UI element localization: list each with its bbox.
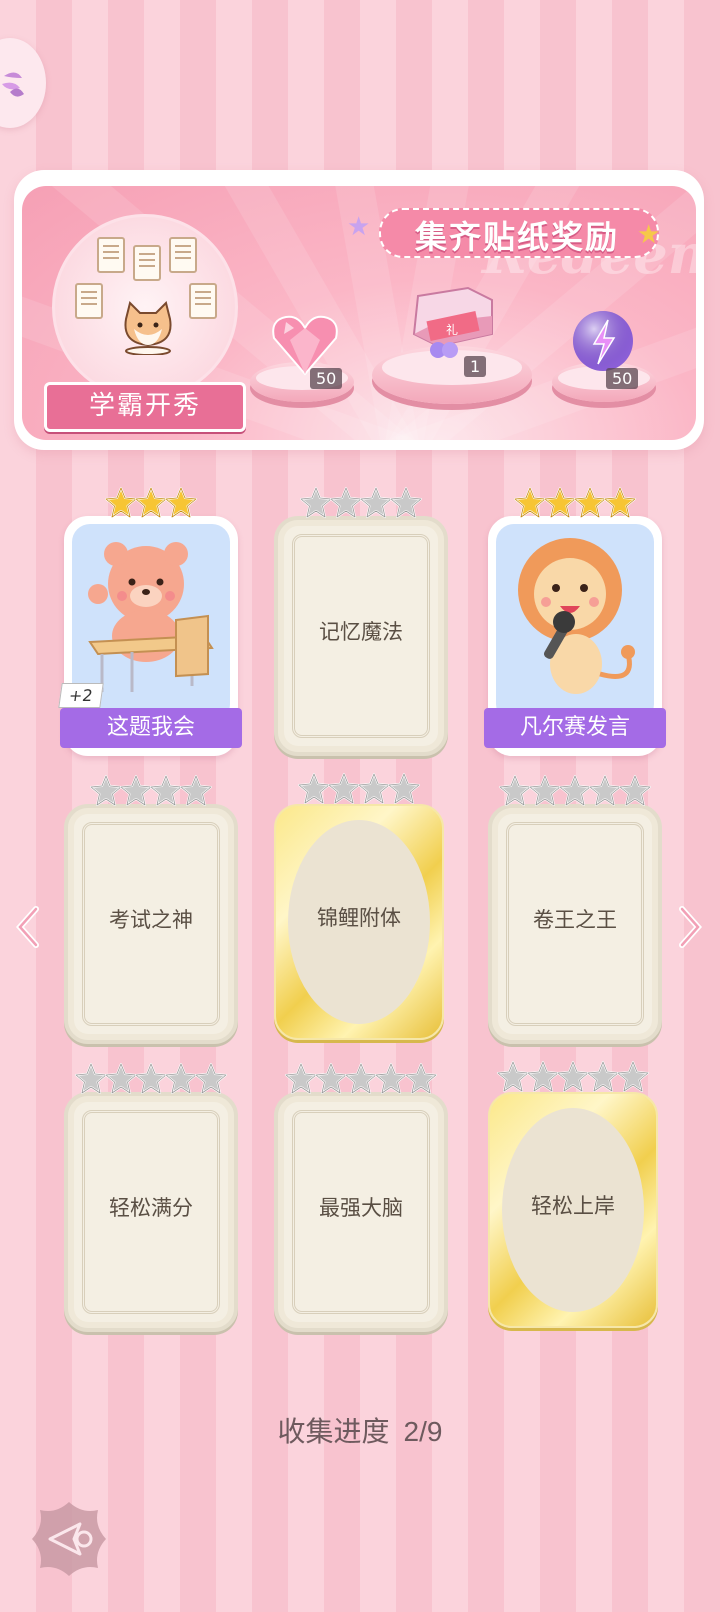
star-rating — [276, 772, 442, 810]
theme-illustration — [52, 214, 238, 400]
back-button[interactable] — [30, 1500, 108, 1578]
star-rating — [68, 774, 234, 812]
pink-heart-diamond-icon[interactable] — [270, 314, 340, 376]
sticker-card[interactable]: 考试之神 — [64, 775, 238, 1044]
sticker-card[interactable]: 记忆魔法 — [274, 487, 448, 756]
gift-box-icon[interactable]: 礼 — [408, 286, 498, 366]
card-name: 卷王之王 — [533, 908, 617, 932]
star-rating — [490, 1060, 656, 1098]
reward-count: 1 — [464, 356, 487, 377]
silver-star-icon — [619, 775, 651, 806]
sticker-card[interactable]: 最强大脑 — [274, 1063, 448, 1332]
silver-star-icon — [557, 1061, 589, 1092]
gold-star-icon — [135, 487, 167, 518]
card-art — [496, 524, 654, 722]
star-rating — [492, 486, 658, 524]
star-rating — [278, 1062, 444, 1100]
sticker-card[interactable]: 凡尔赛发言 — [484, 487, 666, 756]
silver-star-icon — [75, 1063, 107, 1094]
silver-star-icon — [195, 1063, 227, 1094]
silver-star-icon — [559, 775, 591, 806]
pinwheel-icon — [2, 72, 24, 97]
silver-star-icon — [587, 1061, 619, 1092]
purple-star-icon: ★ — [347, 212, 371, 242]
card-name: 记忆魔法 — [319, 620, 403, 644]
prev-page-arrow[interactable] — [14, 905, 42, 949]
progress-label: 收集进度 — [277, 1415, 390, 1448]
svg-text:礼: 礼 — [446, 322, 458, 337]
sticker-card[interactable]: 轻松满分 — [64, 1063, 238, 1332]
silver-star-icon — [120, 775, 152, 806]
collection-progress: 收集进度 2/9 — [0, 1410, 720, 1450]
silver-star-icon — [358, 773, 390, 804]
sticker-card[interactable]: 卷王之王 — [488, 775, 662, 1044]
duplicate-count-badge: +2 — [58, 683, 104, 708]
card-name: 最强大脑 — [319, 1196, 403, 1220]
card-name: 轻松满分 — [109, 1196, 193, 1220]
silver-star-icon — [90, 775, 122, 806]
silver-star-icon — [315, 1063, 347, 1094]
card-name: 锦鲤附体 — [317, 906, 401, 930]
silver-star-icon — [497, 1061, 529, 1092]
card-name: 这题我会 — [106, 715, 195, 740]
next-page-arrow[interactable] — [676, 905, 704, 949]
theme-name: 学霸开秀 — [88, 391, 201, 421]
banner-title-text: 集齐贴纸奖励 — [414, 218, 619, 256]
silver-star-icon — [135, 1063, 167, 1094]
silver-star-icon — [330, 487, 362, 518]
silver-star-icon — [405, 1063, 437, 1094]
silver-star-icon — [499, 775, 531, 806]
silver-star-icon — [150, 775, 182, 806]
cat-icon — [124, 301, 172, 355]
silver-star-icon — [617, 1061, 649, 1092]
gold-star-icon — [544, 487, 576, 518]
gold-star-icon — [514, 487, 546, 518]
gold-star-icon — [604, 487, 636, 518]
sticker-card[interactable]: 锦鲤附体 — [274, 773, 444, 1040]
gold-star-icon — [165, 487, 197, 518]
gold-star-icon — [105, 487, 137, 518]
star-rating — [68, 486, 234, 524]
banner-title: 集齐贴纸奖励 ★ ★ — [347, 206, 687, 262]
silver-star-icon — [180, 775, 212, 806]
silver-star-icon — [285, 1063, 317, 1094]
reward-count: 50 — [606, 368, 639, 389]
card-name-ribbon: 这题我会 — [60, 708, 242, 748]
gold-star-icon: ★ — [637, 220, 661, 250]
card-name: 凡尔赛发言 — [519, 715, 630, 740]
silver-star-icon — [298, 773, 330, 804]
sticker-card[interactable]: 这题我会 +2 — [58, 487, 242, 756]
silver-star-icon — [390, 487, 422, 518]
silver-star-icon — [165, 1063, 197, 1094]
silver-star-icon — [589, 775, 621, 806]
reward-banner: Redeem 集齐贴纸奖励 ★ ★ 学霸开秀 — [14, 170, 704, 450]
lion-with-microphone-icon — [518, 538, 635, 694]
silver-star-icon — [527, 1061, 559, 1092]
card-name-ribbon: 凡尔赛发言 — [484, 708, 666, 748]
card-name: 轻松上岸 — [531, 1194, 615, 1218]
star-rating — [278, 486, 444, 524]
card-name: 考试之神 — [109, 908, 193, 932]
lightning-orb-icon[interactable] — [568, 308, 638, 374]
theme-ribbon: 学霸开秀 — [44, 382, 246, 432]
reward-count: 50 — [310, 368, 343, 389]
menu-button[interactable] — [0, 38, 46, 128]
silver-star-icon — [375, 1063, 407, 1094]
silver-star-icon — [345, 1063, 377, 1094]
silver-star-icon — [300, 487, 332, 518]
star-rating — [492, 774, 658, 812]
silver-star-icon — [529, 775, 561, 806]
sticker-card[interactable]: 轻松上岸 — [488, 1061, 658, 1328]
star-rating — [68, 1062, 234, 1100]
silver-star-icon — [360, 487, 392, 518]
bear-at-desk-icon — [88, 542, 214, 692]
silver-star-icon — [328, 773, 360, 804]
progress-value: 2/9 — [403, 1416, 443, 1447]
gold-star-icon — [574, 487, 606, 518]
silver-star-icon — [105, 1063, 137, 1094]
silver-star-icon — [388, 773, 420, 804]
